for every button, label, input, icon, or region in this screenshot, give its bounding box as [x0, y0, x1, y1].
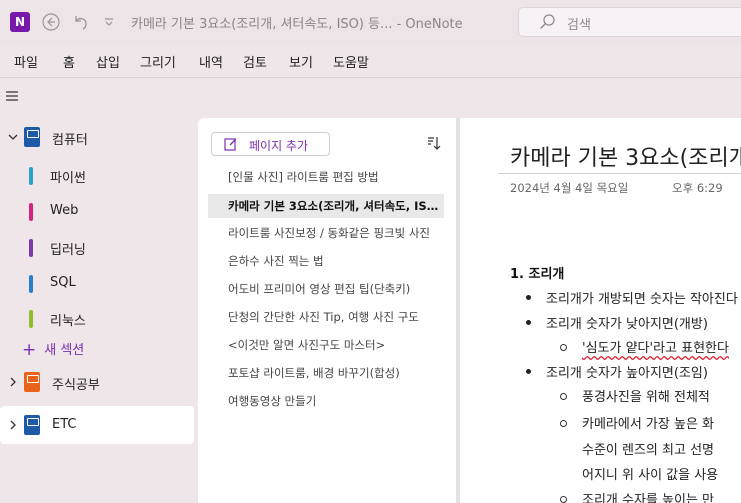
menu-help[interactable]: 도움말	[333, 52, 369, 71]
menu-review[interactable]: 검토	[243, 52, 267, 71]
notebook-label: 컴퓨터	[52, 133, 88, 148]
note-line[interactable]: 조리개가 개방되면 숫자는 작아진다	[546, 288, 738, 307]
section-color-tab	[29, 275, 33, 293]
section-label: SQL	[50, 275, 76, 290]
hamburger-menu-icon[interactable]	[5, 90, 19, 102]
bullet-dot	[526, 295, 531, 300]
section-linux[interactable]: 리눅스	[0, 304, 194, 334]
notebook-label: ETC	[52, 417, 77, 432]
menu-view[interactable]: 보기	[289, 52, 313, 71]
notebook-etc[interactable]: ETC	[0, 406, 194, 444]
page-time: 오후 6:29	[672, 181, 723, 195]
bullet-dot	[526, 320, 531, 325]
bullet-dot	[526, 369, 531, 374]
notebook-computer[interactable]: 컴퓨터	[0, 119, 194, 155]
page-list-item[interactable]: 여행동영상 만들기	[208, 389, 444, 413]
search-placeholder: 검색	[567, 18, 591, 33]
notebook-icon	[24, 127, 40, 147]
add-page-label: 페이지 추가	[249, 139, 309, 153]
notebook-stock-study[interactable]: 주식공부	[0, 364, 194, 400]
page-title[interactable]: 카메라 기본 3요소(조리개, 셔터속도, ISO)	[510, 140, 741, 172]
note-line[interactable]: 풍경사진을 위해 전체적	[582, 386, 710, 405]
page-list-item[interactable]: 어도비 프리미어 영상 편집 팁(단축키)	[208, 277, 444, 301]
note-line[interactable]: 조리개 수자를 높이는 만	[582, 489, 714, 503]
note-line[interactable]: '심도가 얕다'라고 표현한다	[582, 337, 729, 356]
note-heading[interactable]: 1. 조리개	[510, 263, 564, 282]
plus-icon: +	[22, 340, 37, 360]
notebook-icon	[24, 415, 40, 435]
page-list-item[interactable]: 단청의 간단한 사진 Tip, 여행 사진 구도	[208, 305, 444, 329]
page-list-item[interactable]: 은하수 사진 찍는 법	[208, 249, 444, 273]
sub-bullet-circle	[560, 496, 567, 503]
note-line[interactable]: 조리개 숫자가 낮아지면(개방)	[546, 313, 708, 332]
note-line[interactable]: 조리개 숫자가 높아지면(조임)	[546, 362, 708, 381]
add-page-icon	[224, 137, 238, 155]
title-bar: N 카메라 기본 3요소(조리개, 셔터속도, ISO) 등... - OneN…	[0, 0, 741, 44]
note-line[interactable]: 카메라에서 가장 높은 화	[582, 413, 714, 432]
page-list-item[interactable]: 라이트룸 사진보정 / 동화같은 핑크빛 사진	[208, 221, 444, 245]
section-web[interactable]: Web	[0, 197, 194, 227]
section-label: 리눅스	[50, 314, 86, 329]
section-color-tab	[29, 167, 33, 185]
section-color-tab	[29, 239, 33, 257]
menu-history[interactable]: 내역	[199, 52, 223, 71]
menu-file[interactable]: 파일	[14, 52, 38, 71]
menu-home[interactable]: 홈	[63, 52, 75, 71]
chevron-right-icon[interactable]	[8, 420, 18, 430]
menu-insert[interactable]: 삽입	[96, 52, 120, 71]
note-line[interactable]: 수준이 렌즈의 최고 선명	[582, 439, 714, 458]
notebook-icon	[24, 372, 40, 392]
title-underline	[498, 173, 741, 174]
add-page-button[interactable]: 페이지 추가	[211, 132, 330, 156]
ribbon-menu: 파일 홈 삽입 그리기 내역 검토 보기 도움말	[0, 44, 741, 78]
section-sql[interactable]: SQL	[0, 269, 194, 299]
new-section-button[interactable]: + 새 섹션	[22, 339, 85, 360]
sub-bullet-circle	[560, 344, 567, 351]
page-list-item-selected[interactable]: 카메라 기본 3요소(조리개, 셔터속도, ISO) 등	[208, 194, 444, 218]
search-input[interactable]: 검색	[518, 7, 741, 37]
section-label: Web	[50, 203, 79, 218]
sub-bullet-circle	[560, 420, 567, 427]
notebook-label: 주식공부	[52, 378, 100, 393]
sub-bullet-circle	[560, 393, 567, 400]
page-list-item[interactable]: <이것만 알면 사진구도 마스터>	[208, 333, 444, 357]
menu-draw[interactable]: 그리기	[140, 52, 176, 71]
section-color-tab	[29, 310, 33, 328]
section-color-tab	[29, 203, 33, 221]
quick-access-dropdown-icon[interactable]	[99, 12, 119, 32]
new-section-label: 새 섹션	[44, 343, 85, 358]
section-python[interactable]: 파이썬	[0, 161, 194, 191]
page-list-item[interactable]: 포토샵 라이트룸, 배경 바꾸기(합성)	[208, 361, 444, 385]
chevron-down-icon[interactable]	[8, 132, 18, 142]
page-list-pane: 페이지 추가 [인물 사진] 라이트룸 편집 방법 카메라 기본 3요소(조리개…	[198, 118, 456, 503]
page-date: 2024년 4월 4일 목요일	[510, 181, 629, 195]
undo-icon[interactable]	[71, 12, 91, 32]
section-label: 딥러닝	[50, 243, 86, 258]
sort-icon[interactable]	[426, 135, 442, 155]
back-icon[interactable]	[41, 12, 61, 32]
chevron-right-icon[interactable]	[8, 377, 18, 387]
page-list-item[interactable]: [인물 사진] 라이트룸 편집 방법	[208, 165, 444, 189]
note-canvas[interactable]: 카메라 기본 3요소(조리개, 셔터속도, ISO) 2024년 4월 4일 목…	[460, 118, 741, 503]
section-label: 파이썬	[50, 171, 86, 186]
onenote-logo-icon: N	[10, 12, 33, 32]
note-line[interactable]: 어지니 위 사이 값을 사용	[582, 464, 718, 483]
window-title: 카메라 기본 3요소(조리개, 셔터속도, ISO) 등... - OneNot…	[131, 17, 463, 32]
section-deep-learning[interactable]: 딥러닝	[0, 233, 194, 263]
search-icon	[539, 14, 555, 34]
